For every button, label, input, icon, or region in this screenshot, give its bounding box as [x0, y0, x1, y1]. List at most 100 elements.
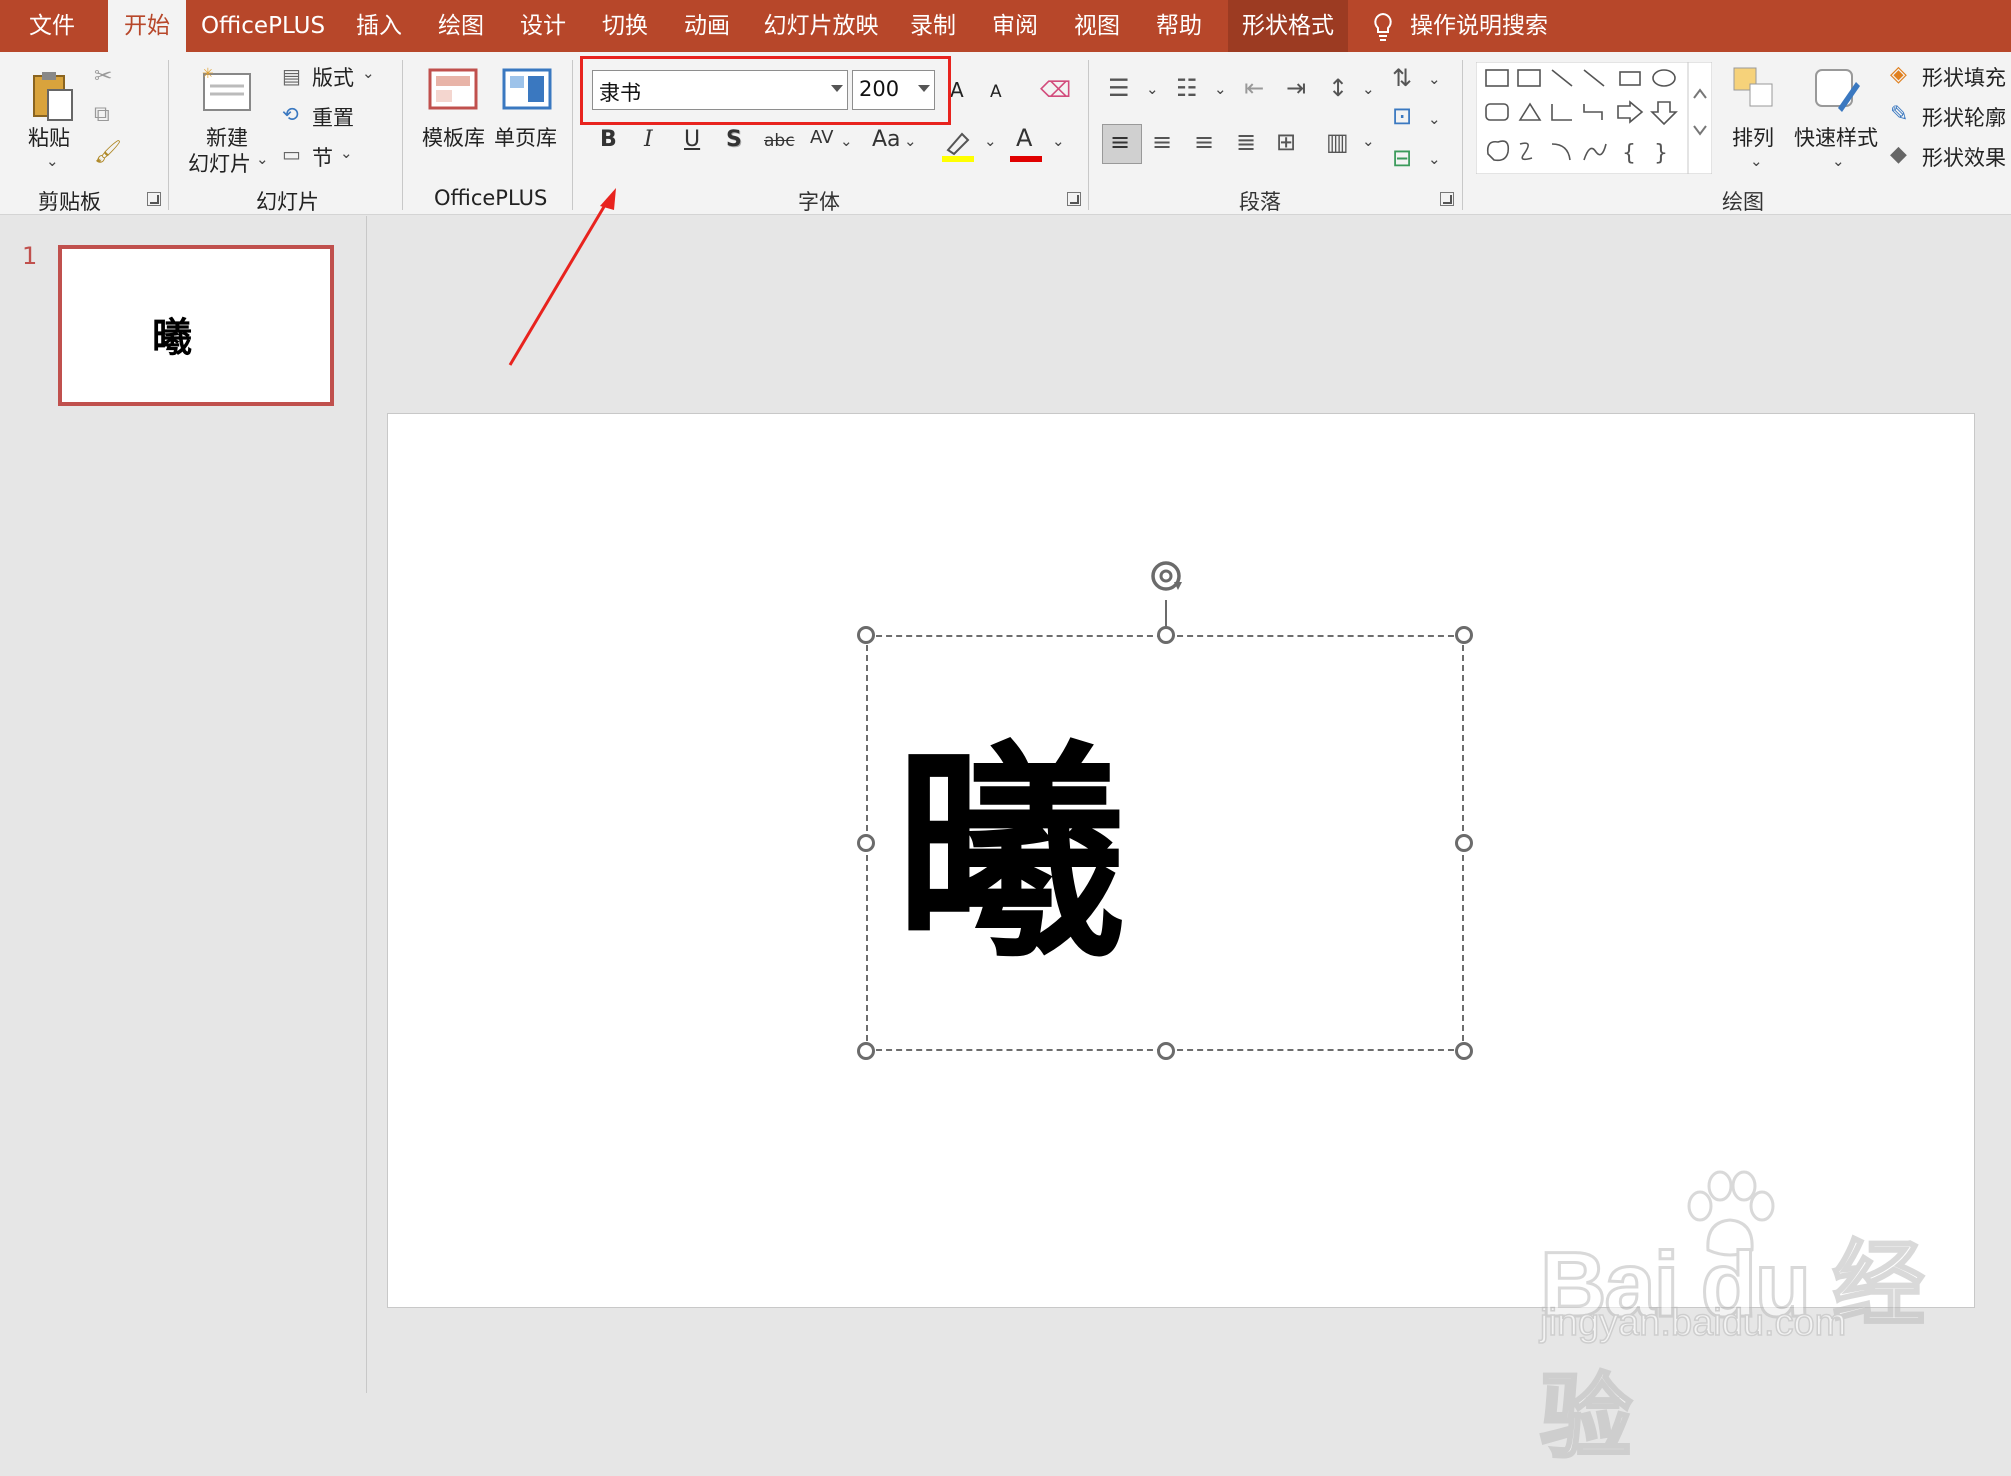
- character-spacing-button[interactable]: AV: [810, 127, 833, 148]
- rotate-handle-icon[interactable]: [1146, 556, 1186, 596]
- reset-icon: ⟲: [282, 102, 299, 126]
- paragraph-launcher-icon[interactable]: [1440, 192, 1454, 206]
- underline-button[interactable]: U: [684, 127, 700, 152]
- justify-icon[interactable]: ≣: [1236, 128, 1256, 156]
- tab-officeplus[interactable]: OfficePLUS: [196, 0, 330, 52]
- divider: [168, 60, 169, 210]
- shape-fill-button[interactable]: 形状填充: [1922, 62, 2006, 92]
- tab-design[interactable]: 设计: [504, 0, 582, 52]
- chevron-down-icon[interactable]: ⌄: [984, 132, 997, 150]
- change-case-button[interactable]: Aa: [872, 127, 901, 152]
- paste-icon: [33, 72, 73, 121]
- shrink-font-button[interactable]: A: [990, 82, 1002, 102]
- resize-handle-top[interactable]: [1157, 626, 1175, 644]
- resize-handle-left[interactable]: [857, 834, 875, 852]
- svg-text:✳: ✳: [202, 66, 214, 82]
- textbox-text[interactable]: 曦: [895, 740, 1125, 970]
- tab-home[interactable]: 开始: [108, 0, 186, 52]
- format-painter-icon[interactable]: 🖌: [94, 140, 122, 165]
- template-library-icon: [428, 68, 478, 110]
- divider: [1462, 60, 1463, 210]
- tab-shape-format[interactable]: 形状格式: [1228, 0, 1348, 52]
- font-launcher-icon[interactable]: [1067, 192, 1081, 206]
- highlighter-icon[interactable]: [942, 128, 974, 162]
- align-text-icon[interactable]: ⊡: [1392, 102, 1412, 130]
- resize-handle-top-left[interactable]: [857, 626, 875, 644]
- copy-icon[interactable]: ⧉: [94, 102, 110, 127]
- tab-animations[interactable]: 动画: [668, 0, 746, 52]
- numbering-icon[interactable]: ☷: [1176, 74, 1198, 102]
- chevron-down-icon[interactable]: ⌄: [1146, 80, 1159, 98]
- clipboard-launcher-icon[interactable]: [147, 192, 161, 206]
- slide-thumbnail[interactable]: 曦: [58, 245, 334, 406]
- chevron-down-icon[interactable]: ⌄: [904, 132, 917, 150]
- ribbon: 粘贴 ⌄ ✂ ⧉ 🖌 剪贴板 ✳ 新建 幻灯片 ⌄ ▤ 版式 ⌄ ⟲ 重置 ▭ …: [0, 52, 2011, 215]
- tab-help[interactable]: 帮助: [1140, 0, 1218, 52]
- section-button[interactable]: 节: [312, 142, 333, 172]
- chevron-down-icon[interactable]: ⌄: [1428, 70, 1441, 88]
- chevron-down-icon[interactable]: ⌄: [1052, 132, 1065, 150]
- arrange-button[interactable]: 排列: [1732, 122, 1774, 152]
- quick-styles-button[interactable]: 快速样式: [1794, 122, 1878, 152]
- baidu-watermark: Bai du 经验 jingyan.baidu.com: [1539, 1170, 1980, 1471]
- layout-button[interactable]: 版式: [312, 62, 354, 92]
- cut-icon[interactable]: ✂: [94, 64, 112, 89]
- chevron-down-icon[interactable]: ⌄: [840, 132, 853, 150]
- tab-draw[interactable]: 绘图: [422, 0, 500, 52]
- chevron-down-icon[interactable]: ⌄: [46, 152, 59, 170]
- tab-view[interactable]: 视图: [1058, 0, 1136, 52]
- slide-number: 1: [22, 242, 38, 270]
- shapes-gallery[interactable]: {}: [1476, 62, 1712, 174]
- text-direction-icon[interactable]: ⇅: [1392, 64, 1412, 92]
- tab-slideshow[interactable]: 幻灯片放映: [756, 0, 886, 52]
- chevron-down-icon[interactable]: ⌄: [340, 144, 353, 162]
- chevron-down-icon[interactable]: ⌄: [1832, 152, 1845, 170]
- chevron-down-icon[interactable]: ⌄: [1214, 80, 1227, 98]
- resize-handle-bottom[interactable]: [1157, 1042, 1175, 1060]
- align-center-icon[interactable]: ≡: [1152, 128, 1172, 156]
- tab-review[interactable]: 审阅: [976, 0, 1054, 52]
- resize-handle-bottom-right[interactable]: [1455, 1042, 1473, 1060]
- resize-handle-bottom-left[interactable]: [857, 1042, 875, 1060]
- chevron-down-icon[interactable]: ⌄: [1362, 132, 1375, 150]
- paragraph-group-label: 段落: [1239, 190, 1281, 214]
- layout-icon: ▤: [282, 64, 301, 88]
- shape-effects-button[interactable]: 形状效果: [1922, 142, 2006, 172]
- text-shadow-button[interactable]: S: [726, 127, 742, 152]
- shape-outline-button[interactable]: 形状轮廓: [1922, 102, 2006, 132]
- tab-record[interactable]: 录制: [894, 0, 972, 52]
- tab-insert[interactable]: 插入: [340, 0, 418, 52]
- smartart-icon[interactable]: ⊟: [1392, 144, 1412, 172]
- chevron-down-icon[interactable]: ⌄: [1750, 152, 1763, 170]
- reset-button[interactable]: 重置: [312, 102, 354, 132]
- single-page-library-button[interactable]: 单页库: [494, 122, 557, 152]
- chevron-down-icon[interactable]: ⌄: [256, 150, 269, 168]
- template-library-button[interactable]: 模板库: [422, 122, 485, 152]
- resize-handle-top-right[interactable]: [1455, 626, 1473, 644]
- strikethrough-button[interactable]: abc: [764, 131, 795, 151]
- chevron-down-icon[interactable]: ⌄: [362, 64, 375, 82]
- resize-handle-right[interactable]: [1455, 834, 1473, 852]
- font-color-swatch: [1010, 156, 1042, 162]
- tab-transitions[interactable]: 切换: [586, 0, 664, 52]
- bullets-icon[interactable]: ☰: [1108, 74, 1130, 102]
- bold-button[interactable]: B: [600, 127, 617, 152]
- shape-effects-icon: ◆: [1890, 142, 1907, 167]
- line-spacing-icon[interactable]: ↕: [1328, 74, 1348, 102]
- decrease-indent-icon[interactable]: ⇤: [1244, 74, 1264, 102]
- tell-me-search[interactable]: 操作说明搜索: [1410, 0, 1560, 52]
- increase-indent-icon[interactable]: ⇥: [1286, 74, 1306, 102]
- distributed-icon[interactable]: ⊞: [1276, 128, 1296, 156]
- italic-button[interactable]: I: [644, 127, 653, 152]
- chevron-down-icon[interactable]: ⌄: [1428, 150, 1441, 168]
- new-slide-label[interactable]: 幻灯片: [188, 148, 251, 178]
- font-color-button[interactable]: A: [1016, 124, 1032, 152]
- columns-icon[interactable]: ▥: [1326, 128, 1349, 156]
- tab-file[interactable]: 文件: [0, 0, 104, 52]
- chevron-down-icon[interactable]: ⌄: [1428, 110, 1441, 128]
- paste-button[interactable]: 粘贴: [28, 122, 70, 152]
- clear-formatting-icon[interactable]: ⌫: [1040, 78, 1071, 103]
- grow-font-button[interactable]: A: [950, 78, 964, 102]
- chevron-down-icon[interactable]: ⌄: [1362, 80, 1375, 98]
- align-right-icon[interactable]: ≡: [1194, 128, 1214, 156]
